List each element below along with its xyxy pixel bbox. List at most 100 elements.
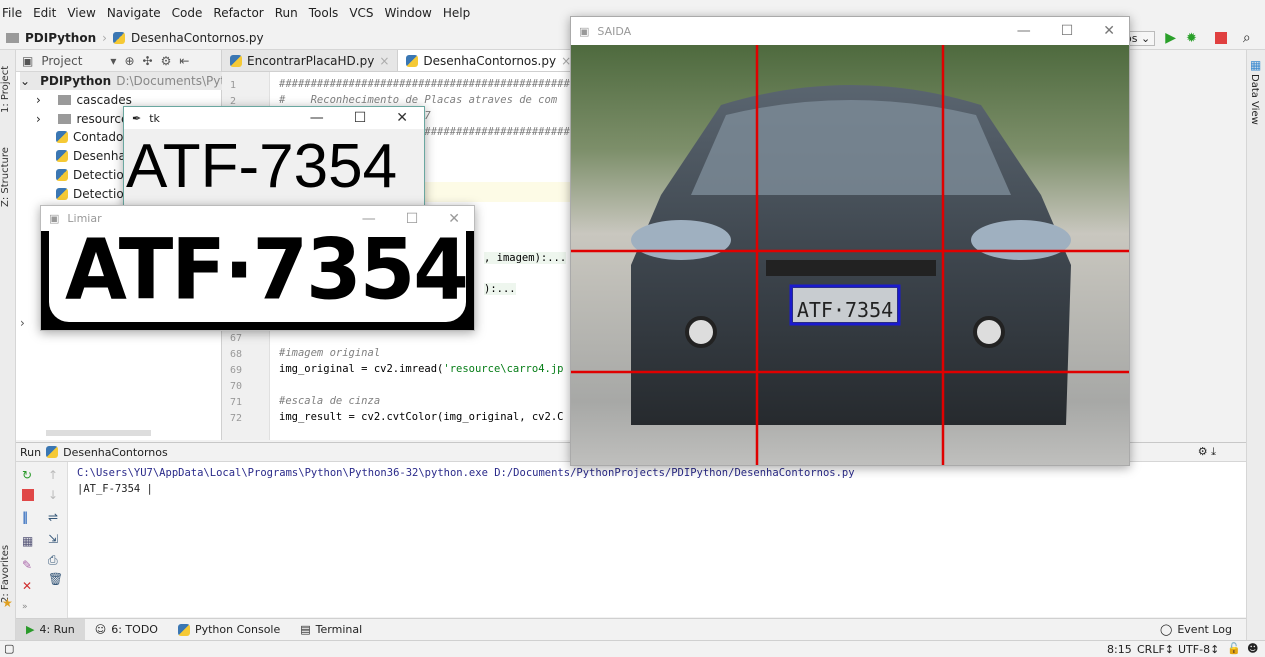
maximize-button[interactable]: ☐ xyxy=(354,110,367,126)
up-arrow-icon[interactable]: ↑ xyxy=(48,468,60,482)
line-number: 70 xyxy=(230,381,243,392)
tree-item[interactable]: Contador. xyxy=(56,128,131,146)
window-title: SAIDA xyxy=(597,24,632,38)
project-tool-tab[interactable]: 1: Project xyxy=(0,58,16,113)
code-line[interactable]: #imagem original xyxy=(279,347,380,359)
headlight-right xyxy=(971,220,1071,260)
minimize-button[interactable]: — xyxy=(1017,23,1031,39)
menu-code[interactable]: Code xyxy=(172,6,203,20)
lock-icon[interactable]: 🔓 xyxy=(1227,642,1241,655)
line-separator[interactable]: CRLF↕ xyxy=(1137,643,1174,656)
run-icon: ▶ xyxy=(26,623,35,636)
hide-icon[interactable]: ⇤ xyxy=(179,54,189,68)
tab-python-console[interactable]: Python Console xyxy=(168,619,290,641)
rerun-icon[interactable]: ↻ xyxy=(22,468,34,482)
favorites-tool-tab[interactable]: 2: Favorites xyxy=(0,538,16,603)
line-number: 67 xyxy=(230,333,243,344)
trash-icon[interactable]: 🗑 xyxy=(48,572,63,586)
layout-icon[interactable]: ▦ xyxy=(22,534,34,548)
scroll-to-end-icon[interactable]: ⇲ xyxy=(48,532,60,546)
tab-desenhacontornos[interactable]: DesenhaContornos.py × xyxy=(398,50,581,71)
structure-tool-tab[interactable]: Z: Structure xyxy=(0,142,16,207)
menu-edit[interactable]: Edit xyxy=(33,6,56,20)
python-icon xyxy=(46,446,59,458)
code-line[interactable]: img_original = cv2.imread('resource\carr… xyxy=(279,363,563,375)
stop-icon[interactable] xyxy=(22,489,34,501)
status-bar: ▢ 8:15 CRLF↕ UTF-8↕ 🔓 ☻ xyxy=(0,640,1265,657)
inspector-icon[interactable]: ☻ xyxy=(1247,642,1258,655)
code-line[interactable]: # Reconhecimento de Placas atraves de co… xyxy=(279,94,557,106)
windshield xyxy=(691,100,1011,195)
minimize-button[interactable]: — xyxy=(310,110,324,126)
close-icon[interactable]: × xyxy=(379,54,389,68)
menu-run[interactable]: Run xyxy=(275,6,298,20)
search-icon[interactable]: ⌕ xyxy=(1243,30,1251,46)
tab-encontrarplacahd[interactable]: EncontrarPlacaHD.py × xyxy=(222,50,399,71)
event-log-button[interactable]: ◯ Event Log xyxy=(1150,619,1242,641)
window-titlebar[interactable]: ▣ SAIDA — ☐ ✕ xyxy=(571,17,1129,45)
breadcrumb-file[interactable]: DesenhaContornos.py xyxy=(131,31,264,45)
window-titlebar[interactable]: ✒ tk — ☐ ✕ xyxy=(124,107,424,129)
caret-position[interactable]: 8:15 xyxy=(1107,643,1132,656)
locate-icon[interactable]: ⊕ xyxy=(124,54,134,68)
plate-text: ATF·7354 xyxy=(797,298,893,322)
maximize-button[interactable]: ☐ xyxy=(1061,23,1074,39)
folded-code[interactable]: , imagem):... xyxy=(484,252,567,264)
chevron-right-icon[interactable]: › xyxy=(20,316,25,330)
close-icon[interactable]: ✕ xyxy=(22,579,34,593)
close-button[interactable]: ✕ xyxy=(396,110,408,126)
console-line: C:\Users\YU7\AppData\Local\Programs\Pyth… xyxy=(77,467,855,479)
print-icon[interactable]: ⎙ xyxy=(48,553,60,567)
code-text: # Reconhecimento de Placas atraves de co… xyxy=(279,94,558,106)
tab-run[interactable]: ▶ 4: Run xyxy=(16,618,85,641)
menu-refactor[interactable]: Refactor xyxy=(213,6,263,20)
menu-vcs[interactable]: VCS xyxy=(349,6,373,20)
menu-window[interactable]: Window xyxy=(385,6,432,20)
dropdown-icon[interactable]: ▾ xyxy=(110,54,116,68)
code-line[interactable]: ########################################… xyxy=(279,78,595,90)
stop-icon[interactable] xyxy=(1214,32,1227,44)
tree-item[interactable]: › resource xyxy=(36,110,128,128)
tab-todo[interactable]: ☺ 6: TODO xyxy=(85,619,168,641)
folded-code[interactable]: ):... xyxy=(484,283,516,295)
menu-view[interactable]: View xyxy=(67,6,95,20)
gear-icon[interactable]: ⚙ ⤓ xyxy=(1198,445,1216,459)
tree-item[interactable]: › cascades xyxy=(36,91,132,109)
code-line[interactable]: #escala de cinza xyxy=(279,395,380,407)
tree-root[interactable]: ⌄ PDIPython D:\Documents\Pytho xyxy=(20,72,240,90)
project-view-select[interactable]: Project xyxy=(41,54,82,68)
run-toolbar: ↻ ‖ ▦ ✎ ✕ » ↑ ↓ ⇌ ⇲ ⎙ 🗑 xyxy=(16,462,68,618)
horizontal-scrollbar[interactable] xyxy=(46,430,151,436)
event-log-label: Event Log xyxy=(1177,623,1232,636)
pause-icon[interactable]: ‖ xyxy=(22,510,34,524)
chevron-down-icon: ⌄ xyxy=(20,74,31,88)
code-string: 'resource\carro4.jp xyxy=(443,363,564,375)
pin-icon[interactable]: ✎ xyxy=(22,558,34,572)
down-arrow-icon[interactable]: ↓ xyxy=(48,488,60,502)
menu-navigate[interactable]: Navigate xyxy=(107,6,161,20)
tab-label: EncontrarPlacaHD.py xyxy=(247,53,375,68)
window-icon: ▣ xyxy=(49,212,60,225)
menu-file[interactable]: File xyxy=(2,6,22,20)
menu-help[interactable]: Help xyxy=(443,6,470,20)
star-icon: ★ xyxy=(2,596,13,610)
menu-tools[interactable]: Tools xyxy=(309,6,339,20)
collapse-icon[interactable]: ✣ xyxy=(143,54,153,68)
debug-icon[interactable]: ✹ xyxy=(1186,31,1197,46)
tool-window-bar: ▶ 4: Run ☺ 6: TODO Python Console ▤ Termina… xyxy=(16,618,1246,641)
breadcrumb-project[interactable]: PDIPython xyxy=(25,31,96,45)
gear-icon[interactable]: ⚙ xyxy=(161,54,172,68)
data-view-tool-tab[interactable]: Data View xyxy=(1249,74,1260,125)
line-number: 72 xyxy=(230,413,243,424)
more-icon[interactable]: » xyxy=(22,602,34,614)
encoding[interactable]: UTF-8↕ xyxy=(1178,643,1219,656)
panel-toggle-icon[interactable]: ▢ xyxy=(4,642,14,655)
close-button[interactable]: ✕ xyxy=(1103,23,1115,39)
soft-wrap-icon[interactable]: ⇌ xyxy=(48,510,60,524)
run-icon[interactable]: ▶ xyxy=(1165,30,1176,46)
tab-terminal[interactable]: ▤ Terminal xyxy=(290,619,372,641)
code-line[interactable]: img_result = cv2.cvtColor(img_original, … xyxy=(279,411,563,423)
foglight-right xyxy=(973,316,1005,348)
car-image: ATF·7354 xyxy=(571,45,1129,465)
grille xyxy=(766,260,936,276)
